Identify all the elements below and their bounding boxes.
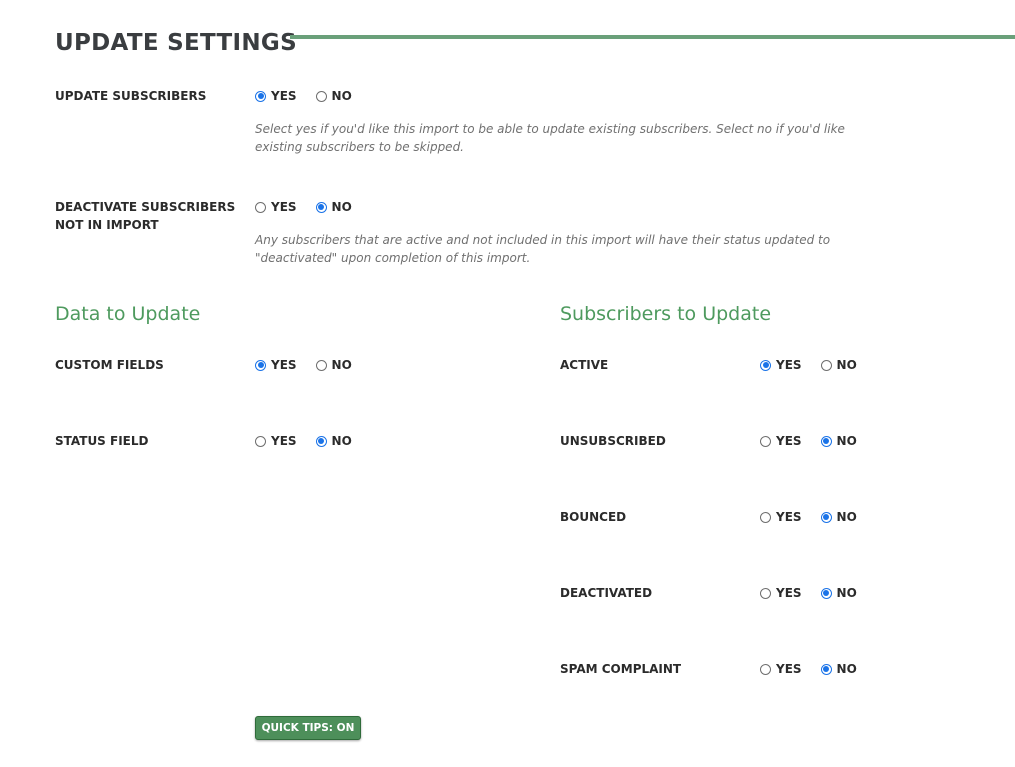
setting-label: CUSTOM FIELDS [55, 358, 164, 372]
update-subscribers-no[interactable]: NO [315, 88, 352, 104]
option-label: YES [776, 662, 802, 676]
radio-button[interactable] [820, 663, 832, 675]
setting-status-field: STATUS FIELD YES NO [55, 432, 455, 452]
help-text: Select yes if you'd like this import to … [255, 122, 845, 154]
unsubscribed-no[interactable]: NO [820, 433, 857, 449]
setting-custom-fields: CUSTOM FIELDS YES NO [55, 356, 455, 376]
spam-complaint-no[interactable]: NO [820, 661, 857, 677]
radio-button[interactable] [315, 435, 327, 447]
deactivated-radio-group: YES NO [760, 585, 876, 601]
setting-bounced: BOUNCED YES NO [560, 508, 960, 528]
setting-deactivate-subscribers: DEACTIVATE SUBSCRIBERS NOT IN IMPORT YES… [55, 198, 855, 278]
option-label: YES [271, 434, 297, 448]
setting-label: UNSUBSCRIBED [560, 434, 666, 448]
bounced-radio-group: YES NO [760, 509, 876, 525]
radio-button[interactable] [255, 90, 266, 102]
bounced-no[interactable]: NO [820, 509, 857, 525]
active-yes[interactable]: YES [760, 357, 802, 373]
radio-button[interactable] [315, 359, 327, 371]
option-label: NO [836, 358, 857, 372]
setting-label: DEACTIVATE SUBSCRIBERS NOT IN IMPORT [55, 200, 236, 232]
deactivated-no[interactable]: NO [820, 585, 857, 601]
page-header: UPDATE SETTINGS [55, 28, 1015, 68]
option-label: NO [836, 510, 857, 524]
deactivated-yes[interactable]: YES [760, 585, 802, 601]
radio-button[interactable] [760, 511, 771, 523]
option-label: YES [776, 358, 802, 372]
active-radio-group: YES NO [760, 357, 876, 373]
custom-fields-yes[interactable]: YES [255, 357, 297, 373]
setting-update-subscribers: UPDATE SUBSCRIBERS YES NO Select yes if … [55, 87, 855, 167]
option-label: YES [271, 200, 297, 214]
status-field-no[interactable]: NO [315, 433, 352, 449]
setting-unsubscribed: UNSUBSCRIBED YES NO [560, 432, 960, 452]
radio-button[interactable] [760, 435, 771, 447]
option-label: NO [331, 358, 352, 372]
radio-button[interactable] [255, 201, 266, 213]
setting-deactivated: DEACTIVATED YES NO [560, 584, 960, 604]
radio-button[interactable] [760, 359, 771, 371]
option-label: YES [271, 89, 297, 103]
setting-active: ACTIVE YES NO [560, 356, 960, 376]
deactivate-no[interactable]: NO [315, 199, 352, 215]
option-label: NO [836, 434, 857, 448]
data-to-update-title: Data to Update [55, 303, 201, 325]
radio-button[interactable] [315, 201, 327, 213]
deactivate-yes[interactable]: YES [255, 199, 297, 215]
option-label: NO [331, 89, 352, 103]
radio-button[interactable] [255, 359, 266, 371]
title-divider [290, 35, 1015, 39]
custom-fields-radio-group: YES NO [255, 357, 371, 373]
setting-label: DEACTIVATED [560, 586, 653, 600]
status-field-yes[interactable]: YES [255, 433, 297, 449]
bounced-yes[interactable]: YES [760, 509, 802, 525]
option-label: YES [776, 586, 802, 600]
option-label: NO [836, 662, 857, 676]
spam-complaint-radio-group: YES NO [760, 661, 876, 677]
update-subscribers-yes[interactable]: YES [255, 88, 297, 104]
setting-label: STATUS FIELD [55, 434, 149, 448]
help-text: Any subscribers that are active and not … [255, 233, 831, 265]
radio-button[interactable] [820, 511, 832, 523]
option-label: YES [776, 510, 802, 524]
status-field-radio-group: YES NO [255, 433, 371, 449]
page-title: UPDATE SETTINGS [55, 30, 297, 56]
setting-label: ACTIVE [560, 358, 609, 372]
setting-label: SPAM COMPLAINT [560, 662, 682, 676]
spam-complaint-yes[interactable]: YES [760, 661, 802, 677]
custom-fields-no[interactable]: NO [315, 357, 352, 373]
radio-button[interactable] [760, 663, 771, 675]
active-no[interactable]: NO [820, 357, 857, 373]
quick-tips-button[interactable]: QUICK TIPS: ON [255, 716, 361, 740]
deactivate-radio-group: YES NO [255, 199, 371, 215]
option-label: NO [836, 586, 857, 600]
option-label: YES [776, 434, 802, 448]
radio-button[interactable] [255, 435, 266, 447]
radio-button[interactable] [315, 90, 327, 102]
unsubscribed-yes[interactable]: YES [760, 433, 802, 449]
option-label: NO [331, 434, 352, 448]
subscribers-to-update-title: Subscribers to Update [560, 303, 772, 325]
unsubscribed-radio-group: YES NO [760, 433, 876, 449]
radio-button[interactable] [820, 435, 832, 447]
radio-button[interactable] [820, 359, 832, 371]
setting-label: BOUNCED [560, 510, 627, 524]
option-label: YES [271, 358, 297, 372]
option-label: NO [331, 200, 352, 214]
radio-button[interactable] [760, 587, 771, 599]
update-subscribers-radio-group: YES NO [255, 88, 371, 104]
radio-button[interactable] [820, 587, 832, 599]
setting-spam-complaint: SPAM COMPLAINT YES NO [560, 660, 960, 680]
setting-label: UPDATE SUBSCRIBERS [55, 89, 207, 103]
